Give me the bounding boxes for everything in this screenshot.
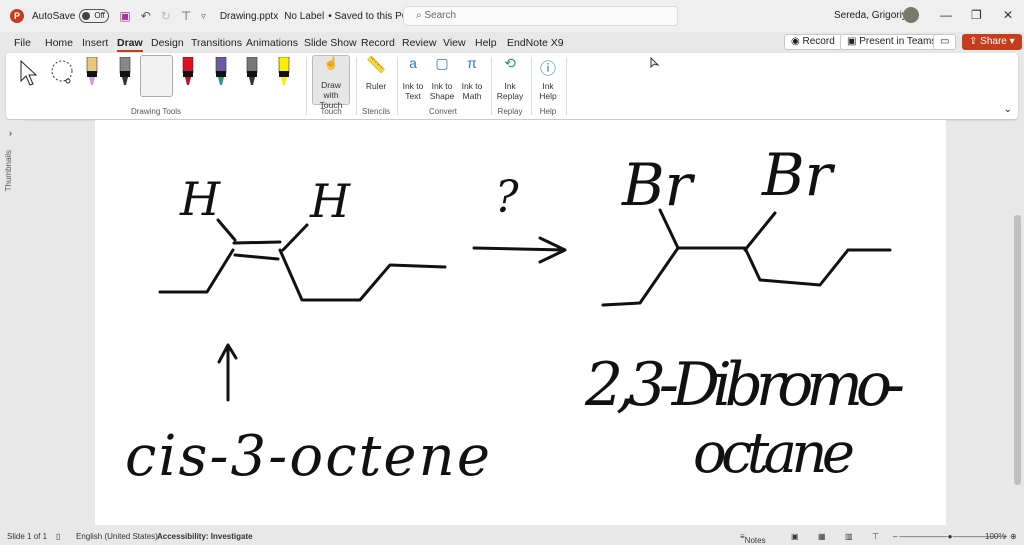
redo-icon[interactable]: ↻ bbox=[161, 9, 171, 23]
tab-view[interactable]: View bbox=[443, 37, 466, 49]
undo-icon[interactable]: ↶ bbox=[141, 9, 151, 23]
product-skeleton bbox=[601, 246, 892, 307]
product-name-line1: 2,3-Dibromo- bbox=[584, 350, 905, 420]
close-icon[interactable]: ✕ bbox=[1003, 8, 1013, 22]
ink-drawing: H H ? Br Br cis-3-octene 2,3-Dibromo- oc… bbox=[125, 141, 905, 489]
pen-5-icon[interactable] bbox=[215, 56, 227, 87]
save-status[interactable]: • Saved to this PC bbox=[328, 11, 409, 22]
autosave-label: AutoSave bbox=[32, 10, 76, 22]
ink-to-shape-icon: ▢ bbox=[435, 55, 449, 71]
lasso-select-icon[interactable] bbox=[48, 59, 78, 87]
slide-canvas[interactable]: H H ? Br Br cis-3-octene 2,3-Dibromo- oc… bbox=[95, 120, 946, 525]
touch-hand-icon: ☝ bbox=[323, 56, 339, 70]
slideshow-icon[interactable]: ⊤ bbox=[872, 532, 879, 541]
ink-to-math-icon: π bbox=[467, 55, 477, 71]
restore-icon[interactable]: ❐ bbox=[971, 8, 982, 22]
pen-7-icon[interactable] bbox=[278, 56, 290, 87]
slide-sorter-icon[interactable]: ▦ bbox=[818, 532, 826, 541]
record-button[interactable]: ◉ Record bbox=[784, 34, 842, 50]
pen-2-icon[interactable] bbox=[119, 56, 131, 87]
bromine-label: Br bbox=[761, 141, 836, 209]
spellcheck-icon[interactable]: ▯ bbox=[56, 532, 60, 541]
present-in-teams-button[interactable]: ▣ Present in Teams bbox=[840, 34, 944, 50]
h-bond-left bbox=[216, 218, 237, 242]
product-name-line2: octane bbox=[693, 421, 855, 486]
notes-button[interactable]: ≡ Notes bbox=[740, 532, 766, 545]
tab-home[interactable]: Home bbox=[45, 37, 73, 49]
share-button[interactable]: ⇪ Share ▾ bbox=[962, 34, 1022, 50]
up-arrow bbox=[217, 343, 238, 402]
select-arrow-icon[interactable] bbox=[18, 59, 40, 87]
draw-with-touch-button[interactable]: ☝ Draw with Touch bbox=[312, 55, 350, 110]
comments-button[interactable]: ▭ bbox=[933, 34, 956, 50]
group-convert: Convert bbox=[428, 107, 457, 116]
language[interactable]: English (United States) bbox=[76, 532, 158, 541]
tab-insert[interactable]: Insert bbox=[82, 37, 108, 49]
tab-review[interactable]: Review bbox=[402, 37, 436, 49]
bromine-label: Br bbox=[621, 151, 696, 219]
help-icon: ⓘ bbox=[539, 61, 556, 78]
mouse-cursor-icon bbox=[650, 57, 660, 69]
reading-view-icon[interactable]: ▥ bbox=[845, 532, 853, 541]
tab-endnote[interactable]: EndNote X9 bbox=[507, 37, 564, 49]
fit-slide-icon[interactable]: ⊕ bbox=[1010, 532, 1017, 541]
vertical-scrollbar[interactable] bbox=[1014, 215, 1021, 485]
zoom-level[interactable]: 100% bbox=[985, 532, 1005, 541]
status-bar: Slide 1 of 1 ▯ English (United States) A… bbox=[0, 528, 1024, 545]
hydrogen-label: H bbox=[309, 174, 351, 228]
tab-draw[interactable]: Draw bbox=[117, 37, 143, 52]
powerpoint-logo-icon: P bbox=[10, 9, 24, 23]
save-icon[interactable]: ▣ bbox=[119, 9, 130, 23]
search-input[interactable]: ⌕ Search bbox=[403, 6, 678, 26]
slide-counter: Slide 1 of 1 bbox=[7, 532, 48, 541]
double-bond bbox=[232, 240, 282, 261]
thumbnails-pane[interactable]: › Thumbnails bbox=[0, 120, 25, 525]
tab-file[interactable]: File bbox=[14, 37, 31, 49]
ink-to-shape-button[interactable]: ▢ Ink to Shape bbox=[428, 55, 456, 103]
ink-help-button[interactable]: ⓘ Ink Help bbox=[536, 55, 560, 103]
filename: Drawing.pptx bbox=[219, 10, 279, 22]
avatar[interactable] bbox=[903, 7, 919, 23]
ink-to-text-button[interactable]: a Ink to Text bbox=[400, 55, 426, 103]
ruler-icon: 📏 bbox=[366, 57, 386, 74]
tab-record[interactable]: Record bbox=[361, 37, 395, 49]
normal-view-icon[interactable]: ▣ bbox=[791, 532, 799, 541]
replay-icon: ⟲ bbox=[504, 55, 516, 71]
pen-4-icon[interactable] bbox=[182, 56, 194, 87]
ribbon: Drawing Tools ☝ Draw with Touch Touch 📏 … bbox=[6, 53, 1018, 119]
ink-to-math-button[interactable]: π Ink to Math bbox=[458, 55, 486, 103]
ink-replay-button[interactable]: ⟲ Ink Replay bbox=[495, 55, 525, 103]
tab-transitions[interactable]: Transitions bbox=[191, 37, 242, 49]
hydrogen-label: H bbox=[179, 172, 221, 226]
reactant-skeleton bbox=[158, 248, 447, 302]
accessibility-status[interactable]: Accessibility: Investigate bbox=[157, 532, 253, 541]
group-touch: Touch bbox=[320, 107, 342, 116]
reactant-name: cis-3-octene bbox=[125, 424, 490, 489]
ruler-button[interactable]: 📏 Ruler bbox=[361, 55, 391, 95]
reagent-question-mark: ? bbox=[495, 172, 519, 223]
br-bond-right bbox=[743, 211, 777, 252]
pen-1-icon[interactable] bbox=[86, 56, 98, 87]
customize-icon[interactable]: ▿ bbox=[201, 11, 206, 22]
tab-help[interactable]: Help bbox=[475, 37, 497, 49]
group-replay: Replay bbox=[497, 107, 523, 116]
tab-animations[interactable]: Animations bbox=[246, 37, 298, 49]
tab-slide-show[interactable]: Slide Show bbox=[304, 37, 357, 49]
reaction-arrow bbox=[472, 236, 567, 264]
expand-chevron-icon[interactable]: › bbox=[9, 128, 12, 138]
collapse-ribbon-icon[interactable]: ⌄ bbox=[1004, 104, 1012, 115]
autosave-toggle[interactable]: Off bbox=[79, 9, 110, 23]
group-stencils: Stencils bbox=[361, 107, 390, 116]
minimize-icon[interactable]: — bbox=[940, 8, 952, 22]
group-help: Help bbox=[539, 107, 557, 116]
selected-pen-frame[interactable] bbox=[140, 55, 173, 97]
present-icon[interactable]: ⊤ bbox=[181, 9, 191, 23]
tab-design[interactable]: Design bbox=[151, 37, 184, 49]
pen-6-icon[interactable] bbox=[246, 56, 258, 87]
sensitivity-label[interactable]: No Label bbox=[284, 11, 324, 22]
h-bond-right bbox=[281, 223, 309, 252]
ink-to-text-icon: a bbox=[409, 55, 417, 71]
group-drawing-tools: Drawing Tools bbox=[130, 107, 182, 116]
